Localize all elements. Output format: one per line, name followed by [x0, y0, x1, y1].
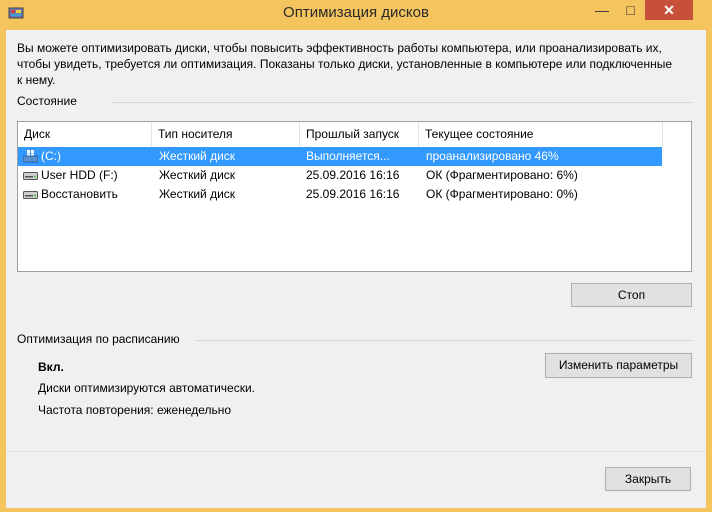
drive-row-c[interactable]: (C:) Жесткий диск Выполняется... проанал… [18, 147, 662, 166]
drive-media-type: Жесткий диск [159, 187, 236, 201]
schedule-status: Вкл. [38, 360, 64, 374]
drive-last-run: Выполняется... [306, 149, 390, 163]
drive-current-state: проанализировано 46% [426, 149, 559, 163]
drive-last-run: 25.09.2016 16:16 [306, 168, 400, 182]
column-header-disk[interactable]: Диск [18, 122, 152, 146]
drive-current-state: ОК (Фрагментировано: 0%) [426, 187, 578, 201]
drive-last-run: 25.09.2016 16:16 [306, 187, 400, 201]
drives-list[interactable]: Диск Тип носителя Прошлый запуск Текущее… [17, 121, 692, 272]
close-dialog-button[interactable]: Закрыть [605, 467, 691, 491]
status-section-divider [111, 102, 693, 103]
minimize-button[interactable]: — [588, 0, 616, 20]
drive-current-state: ОК (Фрагментировано: 6%) [426, 168, 578, 182]
schedule-section-divider [196, 340, 693, 341]
maximize-button[interactable]: □ [617, 0, 644, 20]
drive-name: (C:) [41, 149, 61, 163]
list-header-filler [662, 122, 692, 146]
windows-drive-icon [23, 150, 38, 163]
column-header-last-run[interactable]: Прошлый запуск [300, 122, 419, 146]
drive-row-recovery[interactable]: Восстановить Жесткий диск 25.09.2016 16:… [18, 185, 662, 204]
schedule-section-title: Оптимизация по расписанию [17, 332, 180, 346]
title-bar[interactable]: Оптимизация дисков — □ ✕ [0, 0, 712, 26]
column-header-current-state[interactable]: Текущее состояние [419, 122, 662, 146]
dialog-footer: Закрыть [6, 451, 706, 508]
drive-media-type: Жесткий диск [159, 168, 236, 182]
schedule-frequency-text: Частота повторения: еженедельно [38, 403, 232, 417]
schedule-auto-text: Диски оптимизируются автоматически. [38, 381, 256, 395]
status-section-title: Состояние [17, 94, 77, 108]
column-header-media-type[interactable]: Тип носителя [152, 122, 300, 146]
window-client-area: Вы можете оптимизировать диски, чтобы по… [6, 30, 706, 508]
drive-media-type: Жесткий диск [159, 149, 236, 163]
change-settings-button[interactable]: Изменить параметры [545, 353, 692, 378]
hard-drive-icon [23, 172, 38, 180]
drives-list-header: Диск Тип носителя Прошлый запуск Текущее… [18, 122, 662, 146]
close-window-button[interactable]: ✕ [645, 0, 693, 20]
stop-button[interactable]: Стоп [571, 283, 692, 307]
drive-name: Восстановить [41, 187, 118, 201]
hard-drive-icon [23, 191, 38, 199]
description-text: Вы можете оптимизировать диски, чтобы по… [17, 41, 673, 87]
drive-row-f[interactable]: User HDD (F:) Жесткий диск 25.09.2016 16… [18, 166, 662, 185]
drive-name: User HDD (F:) [41, 168, 118, 182]
